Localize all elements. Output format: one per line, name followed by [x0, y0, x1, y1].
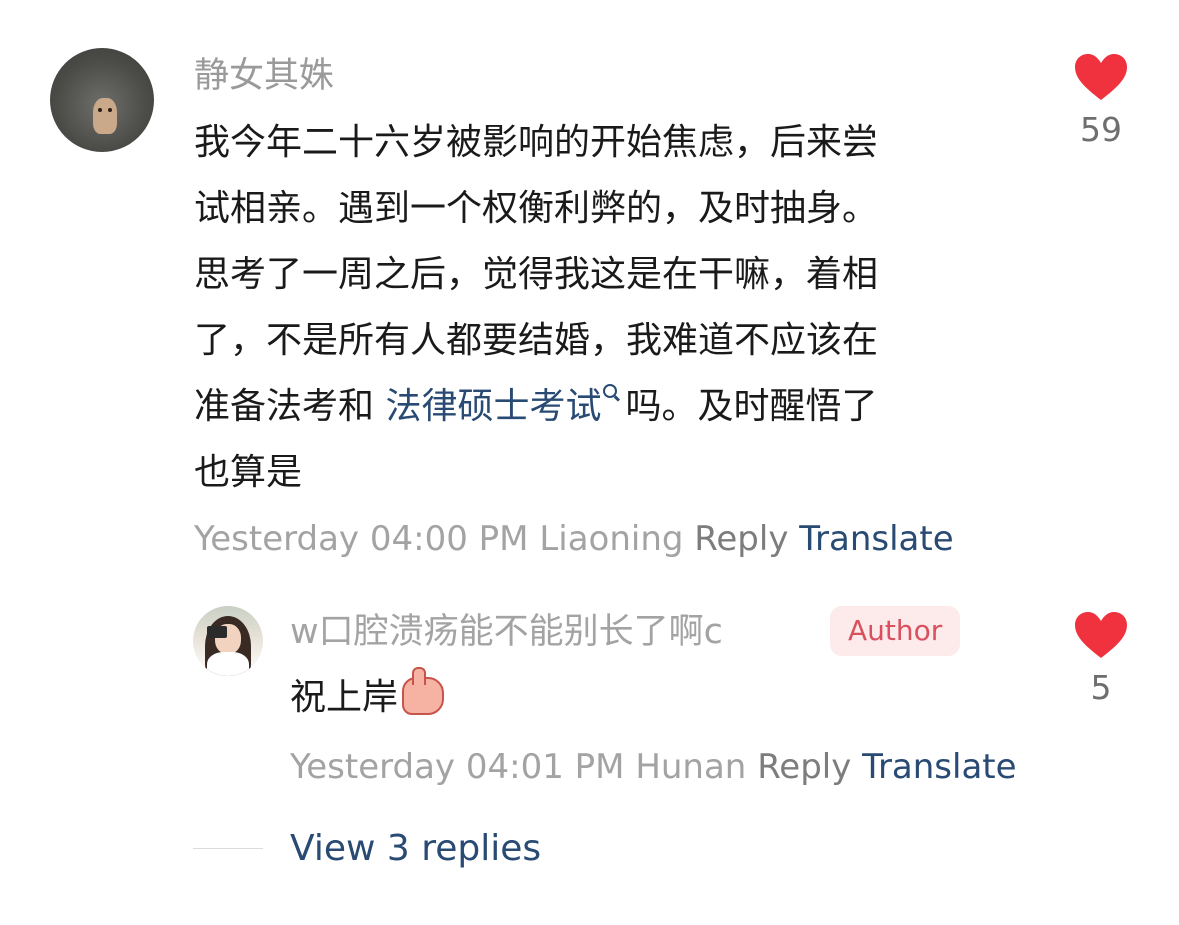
divider — [193, 848, 263, 849]
reply-like[interactable]: 5 — [1061, 612, 1141, 708]
author-badge: Author — [830, 606, 961, 656]
comment-line: 我今年二十六岁被影响的开始焦虑，后来尝 — [194, 122, 879, 163]
reply-location: Hunan — [635, 747, 747, 787]
translate-button[interactable]: Translate — [862, 747, 1016, 787]
like-count: 5 — [1090, 668, 1112, 707]
reply-meta: Yesterday 04:01 PM Hunan Reply Translate — [290, 746, 1017, 788]
avatar-body — [207, 652, 249, 676]
reply-time: Yesterday 04:01 PM — [290, 747, 625, 787]
comment-text: 我今年二十六岁被影响的开始焦虑，后来尝 试相亲。遇到一个权衡利弊的，及时抽身。 … — [194, 110, 1014, 506]
dog-figure — [93, 98, 117, 134]
reply-avatar[interactable] — [193, 606, 263, 676]
heart-icon[interactable] — [1074, 54, 1128, 102]
comment-line-text: 准备法考和 — [194, 386, 386, 427]
search-link[interactable]: 法律硕士考试 — [385, 386, 601, 427]
comment-line: 试相亲。遇到一个权衡利弊的，及时抽身。 — [194, 188, 879, 229]
view-replies-link[interactable]: View 3 replies — [290, 826, 541, 872]
comment-line-text: 吗。及时醒悟了 — [625, 386, 878, 427]
translate-button[interactable]: Translate — [799, 519, 953, 559]
comment-line: 准备法考和 法律硕士考试 吗。及时醒悟了 — [194, 374, 1014, 440]
commenter-avatar[interactable] — [50, 48, 154, 152]
comment-line: 也算是 — [194, 452, 303, 493]
commenter-username[interactable]: 静女其姝 — [194, 54, 334, 98]
comment-meta: Yesterday 04:00 PM Liaoning Reply Transl… — [194, 518, 954, 560]
comment-location: Liaoning — [539, 519, 684, 559]
comment-line: 思考了一周之后，觉得我这是在干嘛，着相 — [194, 254, 879, 295]
reply-text: 祝上岸 — [290, 667, 445, 726]
comment-like[interactable]: 59 — [1061, 54, 1141, 150]
reply-text-content: 祝上岸 — [290, 677, 399, 718]
comment-time: Yesterday 04:00 PM — [194, 519, 529, 559]
reply-button[interactable]: Reply — [694, 519, 788, 559]
heart-icon[interactable] — [1074, 612, 1128, 660]
thumbs-up-emoji — [402, 667, 445, 715]
reply-button[interactable]: Reply — [757, 747, 851, 787]
comment-line: 了，不是所有人都要结婚，我难道不应该在 — [194, 320, 879, 361]
reply-username[interactable]: w口腔溃疡能不能别长了啊c — [290, 610, 723, 654]
search-icon[interactable] — [603, 384, 618, 398]
camera-figure — [207, 626, 227, 638]
like-count: 59 — [1080, 110, 1122, 149]
